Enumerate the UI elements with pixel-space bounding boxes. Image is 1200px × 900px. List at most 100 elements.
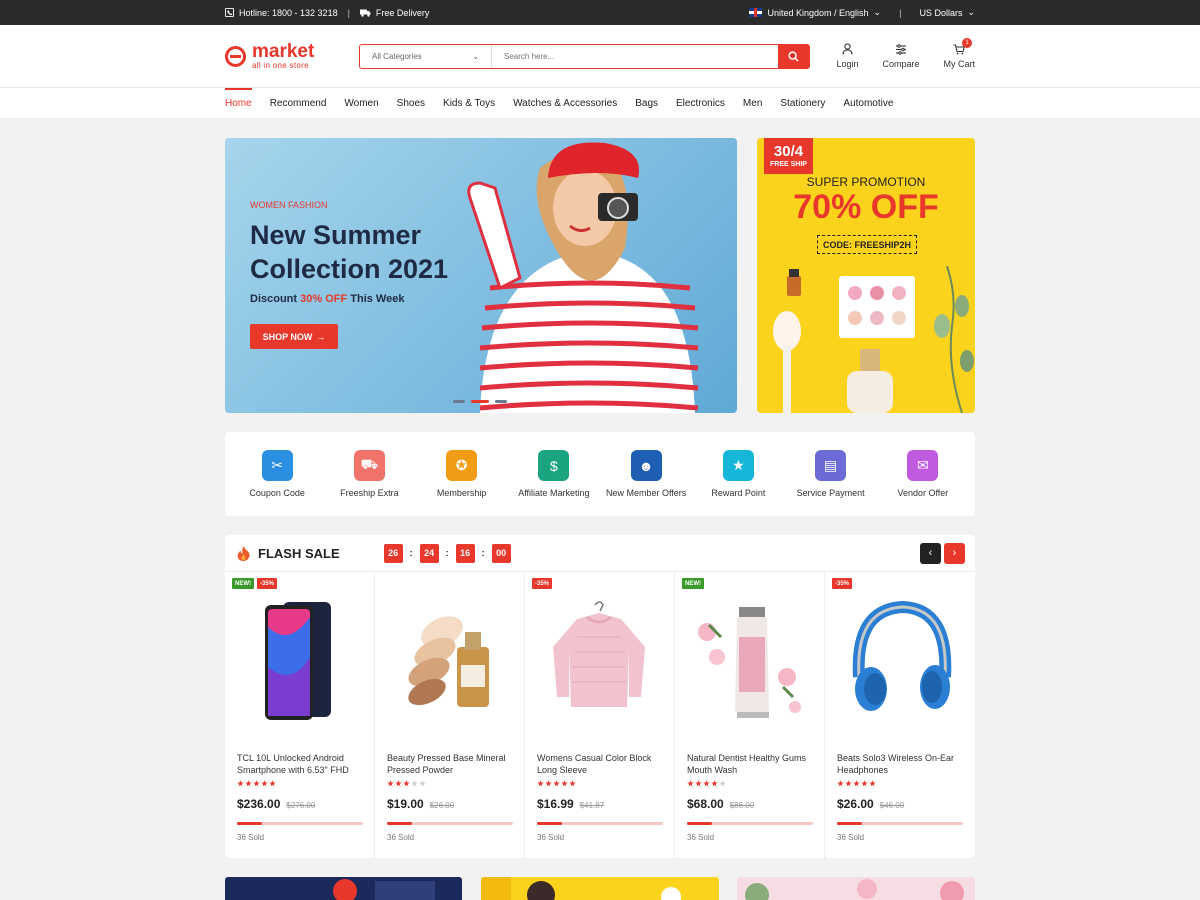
timer-minutes: 16: [455, 543, 475, 563]
feature-label: Reward Point: [711, 488, 766, 498]
money-icon: $: [538, 450, 570, 481]
product-card[interactable]: -35% Womens Casual Color Block Long Slee…: [525, 572, 675, 858]
star-icon: [853, 780, 860, 787]
product-image-mouthwash: [698, 607, 801, 718]
cart-count-badge: 1: [962, 38, 972, 48]
product-price: $16.99: [537, 797, 574, 811]
prev-arrow-button[interactable]: ‹: [920, 542, 941, 564]
login-button[interactable]: Login: [836, 43, 858, 69]
banner-flowers[interactable]: [737, 877, 975, 900]
feature-freeship-extra[interactable]: ⛟ Freeship Extra: [324, 450, 414, 498]
feature-reward-point[interactable]: ★ Reward Point: [693, 450, 783, 498]
hero-model-image: [467, 142, 699, 413]
feature-coupon-code[interactable]: ✂ Coupon Code: [232, 450, 322, 498]
hero-discount-suffix: This Week: [347, 293, 405, 305]
sold-count: 36 Sold: [387, 833, 415, 842]
logo[interactable]: market all in one store: [225, 42, 359, 70]
slider-dot-active[interactable]: [471, 400, 489, 403]
sold-count: 36 Sold: [837, 833, 865, 842]
flash-sale-title: FLASH SALE: [258, 545, 340, 561]
banner-special[interactable]: [225, 877, 462, 900]
nav-item-stationery[interactable]: Stationery: [780, 88, 825, 118]
feature-affiliate-marketing[interactable]: $ Affiliate Marketing: [509, 450, 599, 498]
banner-fashion[interactable]: [481, 877, 719, 900]
nav-item-shoes[interactable]: Shoes: [397, 88, 425, 118]
feature-service-payment[interactable]: ▤ Service Payment: [786, 450, 876, 498]
product-name[interactable]: Beats Solo3 Wireless On-Ear Headphones: [837, 752, 965, 776]
header: market all in one store All Categories ⌄…: [0, 25, 1200, 88]
nav-item-automotive[interactable]: Automotive: [843, 88, 893, 118]
slider-dot[interactable]: [453, 400, 465, 403]
free-delivery[interactable]: Free Delivery: [359, 7, 430, 18]
timer-seconds: 00: [491, 543, 511, 563]
product-old-price: $276.00: [286, 801, 316, 810]
user-icon: [842, 43, 853, 55]
promo-banner[interactable]: 30/4 FREE SHIP SUPER PROMOTION 70% OFF C…: [757, 138, 975, 413]
product-card[interactable]: NEW! -35% TCL 10L Unlocked Android Smartp…: [225, 572, 375, 858]
promo-subtitle: SUPER PROMOTION: [806, 175, 926, 189]
star-icon: [403, 780, 410, 787]
star-icon: [537, 780, 544, 787]
product-card[interactable]: NEW! Natural Dentist Healthy Gums Mouth …: [675, 572, 825, 858]
star-icon: [837, 780, 844, 787]
category-select[interactable]: All Categories ⌄: [360, 44, 492, 68]
feature-membership[interactable]: ✪ Membership: [417, 450, 507, 498]
rating-stars: [837, 780, 876, 787]
product-image-powder: [408, 616, 489, 707]
product-name[interactable]: Beauty Pressed Base Mineral Pressed Powd…: [387, 752, 515, 776]
free-delivery-text: Free Delivery: [375, 7, 430, 18]
search-button[interactable]: [778, 44, 809, 68]
discount-badge: -35%: [532, 578, 553, 589]
next-arrow-button[interactable]: ›: [944, 542, 965, 564]
product-price: $26.00: [837, 797, 874, 811]
cart-label: My Cart: [943, 59, 976, 69]
nav-item-kids-toys[interactable]: Kids & Toys: [443, 88, 495, 118]
product-old-price: $86.00: [729, 801, 755, 810]
feature-new-member-offers[interactable]: ☻ New Member Offers: [601, 450, 691, 498]
search-input[interactable]: [492, 44, 778, 68]
new-badge: NEW!: [232, 578, 254, 589]
sold-progress-bar: [837, 822, 963, 825]
product-name[interactable]: Natural Dentist Healthy Gums Mouth Wash: [687, 752, 815, 776]
nav-item-men[interactable]: Men: [743, 88, 762, 118]
nav-item-watches-accessories[interactable]: Watches & Accessories: [513, 88, 617, 118]
sold-progress-bar: [387, 822, 513, 825]
sold-progress-bar: [237, 822, 363, 825]
hotline[interactable]: Hotline: 1800 - 132 3218: [225, 8, 338, 18]
nav-item-bags[interactable]: Bags: [635, 88, 658, 118]
compare-button[interactable]: Compare: [882, 43, 920, 69]
cart-button[interactable]: 1 My Cart: [943, 38, 976, 69]
currency-text: US Dollars: [919, 7, 963, 18]
nav-item-home[interactable]: Home: [225, 88, 252, 118]
product-old-price: $26.00: [429, 801, 455, 810]
sold-progress-bar: [687, 822, 813, 825]
product-name[interactable]: Womens Casual Color Block Long Sleeve: [537, 752, 665, 776]
shop-now-button[interactable]: SHOP NOW →: [250, 324, 338, 349]
rating-stars: [237, 780, 276, 787]
hotline-text: Hotline: 1800 - 132 3218: [239, 7, 338, 18]
nav-item-electronics[interactable]: Electronics: [676, 88, 725, 118]
logo-name: market: [252, 41, 315, 62]
feature-label: Vendor Offer: [897, 488, 949, 498]
new-badge: NEW!: [682, 578, 704, 589]
rating-stars: [537, 780, 576, 787]
product-card[interactable]: -35% Beats Solo3 Wireless On-Ear Headpho…: [825, 572, 975, 858]
slider-dot[interactable]: [495, 400, 507, 403]
currency-selector[interactable]: US Dollars ⌄: [919, 7, 975, 18]
star-icon: [861, 780, 868, 787]
countdown-timer: 26 : 24 : 16 : 00: [383, 543, 511, 563]
logo-tagline: all in one store: [252, 61, 309, 70]
promo-code: CODE: FREESHIP2H: [817, 235, 917, 254]
shop-now-label: SHOP NOW: [262, 331, 313, 342]
flash-sale-section: FLASH SALE 26 : 24 : 16 : 00 ‹ › NEW! -35…: [225, 535, 975, 858]
nav-item-women[interactable]: Women: [344, 88, 378, 118]
star-icon: [395, 780, 402, 787]
feature-label: Membership: [436, 488, 487, 498]
nav-item-recommend[interactable]: Recommend: [270, 88, 327, 118]
star-icon: [869, 780, 876, 787]
feature-vendor-offer[interactable]: ✉ Vendor Offer: [878, 450, 968, 498]
hero-slider[interactable]: WOMEN FASHION New Summer Collection 2021…: [225, 138, 737, 413]
product-name[interactable]: TCL 10L Unlocked Android Smartphone with…: [237, 752, 365, 776]
product-card[interactable]: Beauty Pressed Base Mineral Pressed Powd…: [375, 572, 525, 858]
language-selector[interactable]: United Kingdom / English ⌄: [749, 7, 881, 18]
